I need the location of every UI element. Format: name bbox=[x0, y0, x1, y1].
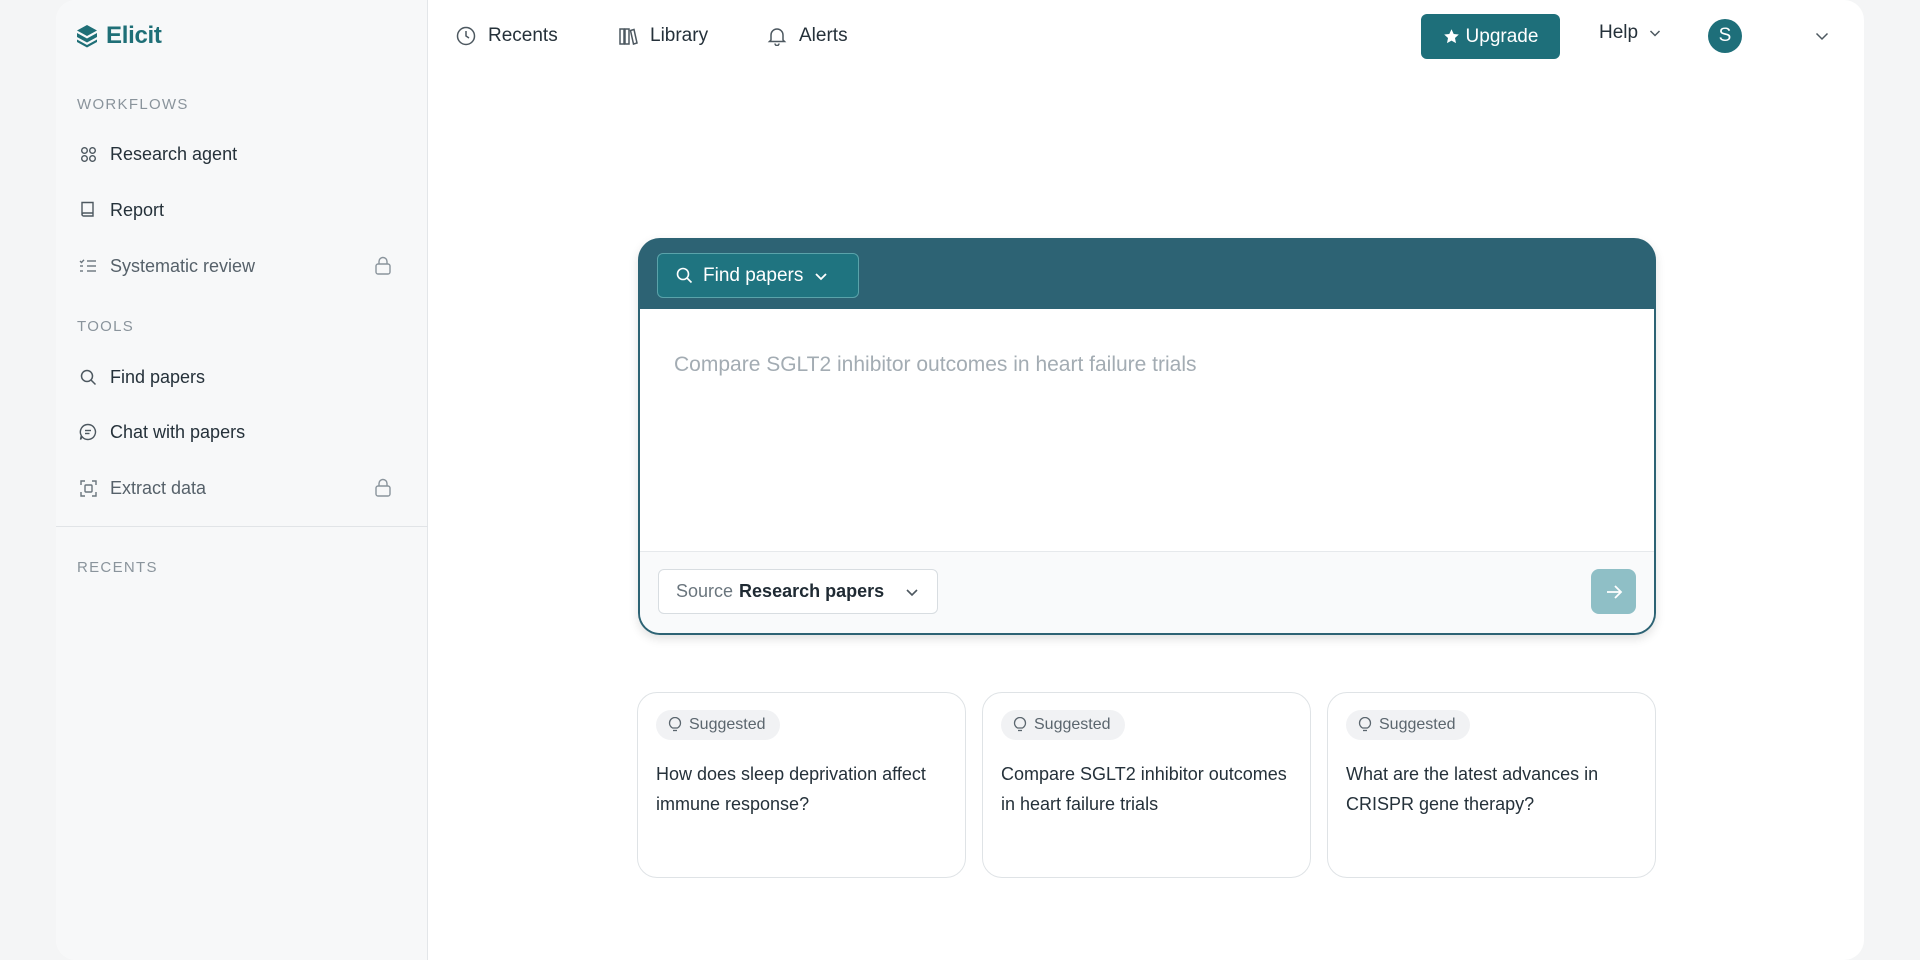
library-icon bbox=[619, 28, 638, 45]
mode-selector[interactable]: Find papers bbox=[657, 253, 859, 298]
help-label: Help bbox=[1599, 22, 1639, 43]
topnav-library[interactable]: Library bbox=[618, 20, 708, 52]
sidebar-item-systematic-review[interactable]: Systematic review bbox=[68, 243, 404, 289]
suggestion-card[interactable]: Suggested What are the latest advances i… bbox=[1327, 692, 1656, 878]
lightbulb-icon bbox=[1013, 717, 1027, 732]
suggestion-text: How does sleep deprivation affect immune… bbox=[656, 764, 926, 814]
help-menu[interactable]: Help bbox=[1599, 22, 1662, 44]
sidebar-item-label: Report bbox=[110, 199, 165, 220]
sidebar-item-label: Research agent bbox=[110, 143, 238, 164]
tools-section-title: TOOLS bbox=[77, 318, 135, 335]
search-icon bbox=[78, 367, 98, 387]
lightbulb-icon bbox=[668, 717, 682, 732]
avatar-initial: S bbox=[1718, 25, 1732, 46]
app-name: Elicit bbox=[106, 22, 162, 49]
chevron-down-icon bbox=[906, 588, 918, 596]
lock-icon bbox=[375, 478, 391, 497]
sidebar-divider bbox=[56, 526, 428, 527]
topnav-label: Library bbox=[650, 25, 709, 46]
sidebar-item-research-agent[interactable]: Research agent bbox=[68, 131, 404, 177]
suggested-badge: Suggested bbox=[1346, 710, 1470, 740]
checklist-icon bbox=[78, 256, 98, 276]
chat-icon bbox=[78, 422, 98, 442]
search-icon bbox=[676, 267, 693, 284]
topnav-label: Alerts bbox=[799, 25, 848, 46]
sidebar-item-chat-with-papers[interactable]: Chat with papers bbox=[68, 409, 404, 455]
topnav-alerts[interactable]: Alerts bbox=[767, 20, 848, 52]
recents-section-title: RECENTS bbox=[77, 559, 158, 576]
suggestion-card[interactable]: Suggested Compare SGLT2 inhibitor outcom… bbox=[982, 692, 1311, 878]
extract-icon bbox=[78, 478, 98, 498]
query-input[interactable] bbox=[674, 347, 1614, 383]
chevron-down-icon[interactable] bbox=[1813, 27, 1831, 45]
sidebar-item-label: Extract data bbox=[110, 477, 207, 498]
source-selector[interactable]: Source Research papers bbox=[658, 569, 938, 614]
topnav-recents[interactable]: Recents bbox=[456, 20, 558, 52]
suggested-badge: Suggested bbox=[1001, 710, 1125, 740]
avatar[interactable]: S bbox=[1708, 19, 1742, 53]
suggestion-text: What are the latest advances in CRISPR g… bbox=[1346, 764, 1599, 814]
clock-icon bbox=[456, 26, 476, 46]
submit-button[interactable] bbox=[1591, 569, 1636, 614]
workflows-section-title: WORKFLOWS bbox=[77, 96, 189, 113]
suggested-badge: Suggested bbox=[656, 710, 780, 740]
upgrade-label: Upgrade bbox=[1465, 25, 1539, 47]
sidebar: Elicit WORKFLOWS Research agent Report S… bbox=[56, 0, 428, 960]
suggestion-text: Compare SGLT2 inhibitor outcomes in hear… bbox=[1001, 764, 1287, 814]
topnav-label: Recents bbox=[488, 25, 558, 46]
query-box: Source Research papers bbox=[640, 309, 1654, 633]
sidebar-item-report[interactable]: Report bbox=[68, 187, 404, 233]
mode-label: Find papers bbox=[703, 264, 804, 286]
logo[interactable]: Elicit bbox=[76, 22, 162, 50]
suggestion-card[interactable]: Suggested How does sleep deprivation aff… bbox=[637, 692, 966, 878]
sidebar-item-label: Find papers bbox=[110, 366, 206, 387]
source-value: Research papers bbox=[739, 581, 885, 601]
search-panel: Find papers Source Research papers bbox=[638, 238, 1656, 635]
query-toolbar: Source Research papers bbox=[640, 551, 1654, 633]
sidebar-item-find-papers[interactable]: Find papers bbox=[68, 354, 404, 400]
badge-label: Suggested bbox=[1379, 716, 1456, 733]
arrow-right-icon bbox=[1606, 584, 1622, 599]
report-icon bbox=[78, 200, 98, 220]
sidebar-item-extract-data[interactable]: Extract data bbox=[68, 465, 404, 511]
sidebar-item-label: Systematic review bbox=[110, 255, 256, 276]
badge-label: Suggested bbox=[689, 716, 766, 733]
star-icon bbox=[1443, 29, 1459, 44]
lightbulb-icon bbox=[1358, 717, 1372, 732]
chevron-down-icon bbox=[815, 272, 827, 280]
upgrade-button[interactable]: Upgrade bbox=[1421, 14, 1560, 59]
chevron-down-icon bbox=[1650, 30, 1661, 37]
lock-icon bbox=[375, 256, 391, 275]
research-agent-icon bbox=[78, 144, 98, 164]
bell-icon bbox=[767, 28, 787, 46]
source-key: Source bbox=[676, 581, 734, 601]
badge-label: Suggested bbox=[1034, 716, 1111, 733]
sidebar-item-label: Chat with papers bbox=[110, 421, 246, 442]
app-window: Elicit WORKFLOWS Research agent Report S… bbox=[56, 0, 1864, 960]
elicit-logo-icon bbox=[77, 25, 97, 48]
